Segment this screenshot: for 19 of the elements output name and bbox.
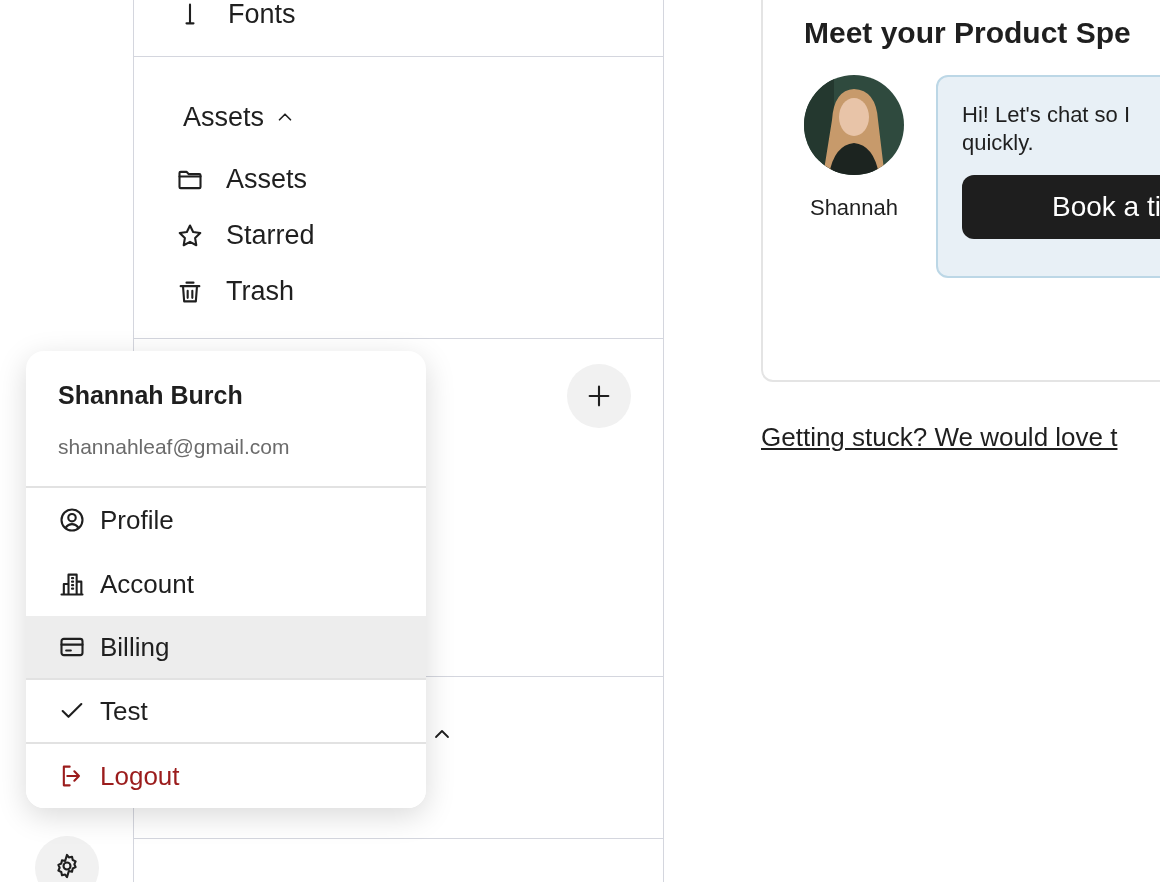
menu-item[interactable]: Profile (26, 488, 426, 552)
sidebar-item[interactable]: Fonts (176, 0, 663, 35)
menu-item[interactable]: Logout (26, 744, 426, 808)
settings-button[interactable] (34, 836, 99, 882)
card-title: Meet your Product Spe (804, 15, 1132, 51)
menu-item[interactable]: Account (26, 552, 426, 616)
menu-item[interactable]: Test (26, 680, 426, 744)
book-button[interactable]: Book a ti (962, 175, 1160, 239)
user-email: shannahleaf@gmail.com (58, 433, 291, 460)
menu-item[interactable]: Billing (26, 616, 426, 680)
chat-message: Hi! Let's chat so I quickly. (962, 101, 1132, 157)
sidebar-item[interactable]: Starred (176, 207, 663, 264)
section-header[interactable]: Assets (183, 97, 297, 138)
sidebar-item[interactable]: Assets (176, 151, 663, 208)
help-link[interactable]: Getting stuck? We would love t (761, 418, 1160, 457)
user-name: Shannah Burch (58, 380, 244, 411)
sidebar-item[interactable]: Trash (176, 263, 663, 320)
user-circle-icon (58, 506, 86, 534)
person-name: Shannah (809, 194, 899, 222)
